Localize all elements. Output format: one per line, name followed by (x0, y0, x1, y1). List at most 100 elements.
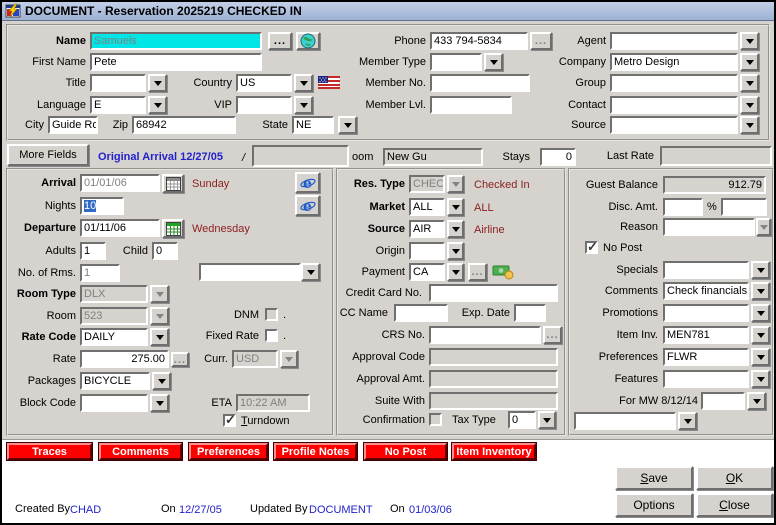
phone-field[interactable]: 433 794-5834 (430, 32, 528, 50)
unlabeled-combo-dropdown-arrow[interactable] (301, 263, 320, 281)
options-button[interactable]: Options (615, 493, 693, 517)
dnm-checkbox[interactable] (265, 308, 278, 321)
no-of-rms-field[interactable]: 1 (80, 264, 120, 282)
item-inv-dropdown-arrow[interactable] (751, 326, 770, 344)
child-field[interactable]: 0 (152, 242, 178, 260)
unlabeled-combo-field[interactable] (199, 263, 301, 281)
rate-field[interactable]: 275.00 (80, 350, 169, 368)
country-field[interactable]: US (236, 74, 292, 92)
credit-card-no-field[interactable] (429, 284, 558, 302)
vip-dropdown-arrow[interactable] (294, 96, 313, 114)
for-mw-dropdown-arrow[interactable] (747, 392, 766, 410)
no-post-checkbox[interactable] (585, 241, 598, 254)
comments-dropdown-arrow[interactable] (751, 282, 770, 300)
first-name-field[interactable]: Pete (90, 53, 262, 71)
ok-button[interactable]: OK (696, 466, 773, 490)
extra-combo-dropdown-arrow[interactable] (678, 412, 697, 430)
arrival-field[interactable]: 01/01/06 (80, 174, 160, 192)
comments-button[interactable]: Comments (99, 443, 182, 460)
departure-calendar-button[interactable] (162, 219, 184, 238)
packages-dropdown-arrow[interactable] (152, 372, 171, 390)
close-button[interactable]: Close (696, 493, 773, 517)
for-mw-field[interactable] (701, 392, 745, 410)
market-field[interactable]: ALL (409, 198, 445, 216)
cash-icon[interactable] (492, 264, 516, 280)
block-code-dropdown-arrow[interactable] (150, 394, 169, 412)
payment-dropdown-arrow[interactable] (447, 263, 464, 281)
crs-no-field[interactable] (429, 326, 541, 344)
departure-field[interactable]: 01/11/06 (80, 219, 160, 237)
group-dropdown-arrow[interactable] (740, 74, 759, 92)
crs-no-lookup-button[interactable]: ... (543, 326, 562, 344)
arrival-browser-button[interactable]: e (295, 172, 320, 193)
source-dropdown-arrow[interactable] (740, 116, 759, 134)
origin-field[interactable] (409, 242, 445, 260)
booking-source-field[interactable]: AIR (409, 220, 445, 238)
promotions-dropdown-arrow[interactable] (751, 304, 770, 322)
no-post-button[interactable]: No Post (364, 443, 447, 460)
room-type-field[interactable]: DLX (80, 285, 148, 303)
member-lvl-field[interactable] (430, 96, 512, 114)
item-inv-field[interactable]: MEN781 (663, 326, 749, 344)
name-field[interactable]: Samuels (90, 32, 262, 50)
group-field[interactable] (610, 74, 738, 92)
item-inventory-button[interactable]: Item Inventory (452, 443, 536, 460)
name-lookup-button[interactable]: ... (268, 32, 292, 50)
unlabeled-field[interactable] (252, 145, 349, 167)
agent-dropdown-arrow[interactable] (740, 32, 759, 50)
payment-lookup-button[interactable]: ... (468, 263, 487, 281)
room-strip-field[interactable]: New Gu (383, 148, 483, 166)
save-button[interactable]: Save (615, 466, 693, 490)
market-dropdown-arrow[interactable] (447, 198, 464, 216)
comments-field[interactable]: Check financials f (663, 282, 749, 300)
state-field[interactable]: NE (292, 116, 334, 134)
language-field[interactable]: E (90, 96, 146, 114)
country-dropdown-arrow[interactable] (294, 74, 313, 92)
member-no-field[interactable] (430, 74, 530, 92)
origin-dropdown-arrow[interactable] (447, 242, 464, 260)
eta-field[interactable]: 10:22 AM (236, 394, 310, 412)
disc-amt-field[interactable] (663, 198, 703, 216)
vip-field[interactable] (236, 96, 292, 114)
contact-dropdown-arrow[interactable] (740, 96, 759, 114)
packages-field[interactable]: BICYCLE (80, 372, 150, 390)
preferences-dropdown-arrow[interactable] (751, 348, 770, 366)
rate-code-field[interactable]: DAILY (80, 328, 148, 346)
payment-field[interactable]: CA (409, 263, 445, 281)
title-dropdown-arrow[interactable] (148, 74, 167, 92)
profile-globe-button[interactable] (296, 32, 320, 50)
state-dropdown-arrow[interactable] (338, 116, 357, 134)
extra-combo-field[interactable] (574, 412, 676, 430)
rate-code-dropdown-arrow[interactable] (150, 328, 169, 346)
zip-field[interactable]: 68942 (132, 116, 236, 134)
promotions-field[interactable] (663, 304, 749, 322)
specials-dropdown-arrow[interactable] (751, 261, 770, 279)
agent-field[interactable] (610, 32, 738, 50)
confirmation-checkbox[interactable] (429, 413, 442, 426)
cc-name-field[interactable] (394, 304, 448, 322)
booking-source-dropdown-arrow[interactable] (447, 220, 464, 238)
member-type-field[interactable] (430, 53, 482, 71)
exp-date-field[interactable] (514, 304, 546, 322)
preferences-field[interactable]: FLWR (663, 348, 749, 366)
source-field[interactable] (610, 116, 738, 134)
language-dropdown-arrow[interactable] (148, 96, 167, 114)
contact-field[interactable] (610, 96, 738, 114)
features-field[interactable] (663, 370, 749, 388)
nights-field[interactable]: 10 (80, 197, 124, 215)
member-type-dropdown-arrow[interactable] (484, 53, 503, 71)
more-fields-button[interactable]: More Fields (7, 144, 89, 166)
specials-field[interactable] (663, 261, 749, 279)
turndown-checkbox[interactable] (223, 414, 236, 427)
arrival-calendar-button[interactable] (162, 174, 184, 193)
traces-button[interactable]: Traces (7, 443, 92, 460)
title-field[interactable] (90, 74, 146, 92)
room-field[interactable]: 523 (80, 307, 148, 325)
city-field[interactable]: Guide Ro (48, 116, 98, 134)
company-dropdown-arrow[interactable] (740, 53, 759, 71)
fixed-rate-checkbox[interactable] (265, 329, 278, 342)
disc-pct-field[interactable] (721, 198, 767, 216)
rate-lookup-button[interactable]: ... (171, 352, 189, 367)
preferences-button[interactable]: Preferences (189, 443, 268, 460)
nights-browser-button[interactable]: e (295, 195, 320, 216)
